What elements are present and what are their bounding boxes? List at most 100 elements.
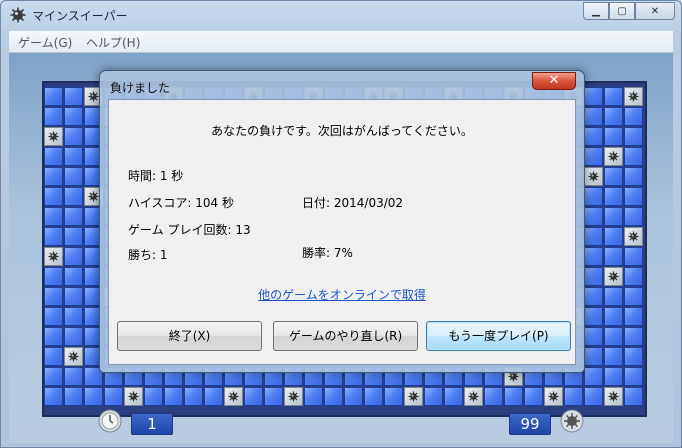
tile-cell[interactable] (584, 387, 603, 406)
tile-cell[interactable] (44, 307, 63, 326)
mine-cell[interactable] (584, 167, 603, 186)
mine-cell[interactable] (124, 387, 143, 406)
tile-cell[interactable] (64, 107, 83, 126)
tile-cell[interactable] (64, 387, 83, 406)
tile-cell[interactable] (64, 227, 83, 246)
tile-cell[interactable] (604, 327, 623, 346)
tile-cell[interactable] (604, 247, 623, 266)
tile-cell[interactable] (64, 327, 83, 346)
tile-cell[interactable] (104, 387, 123, 406)
mine-cell[interactable] (604, 147, 623, 166)
tile-cell[interactable] (624, 307, 643, 326)
tile-cell[interactable] (584, 207, 603, 226)
tile-cell[interactable] (604, 367, 623, 386)
tile-cell[interactable] (624, 147, 643, 166)
tile-cell[interactable] (264, 387, 283, 406)
tile-cell[interactable] (64, 167, 83, 186)
tile-cell[interactable] (44, 347, 63, 366)
mine-cell[interactable] (464, 387, 483, 406)
tile-cell[interactable] (624, 367, 643, 386)
tile-cell[interactable] (324, 387, 343, 406)
tile-cell[interactable] (44, 87, 63, 106)
tile-cell[interactable] (604, 187, 623, 206)
menu-game[interactable]: ゲーム(G) (18, 34, 72, 51)
mine-cell[interactable] (624, 87, 643, 106)
tile-cell[interactable] (64, 187, 83, 206)
tile-cell[interactable] (64, 267, 83, 286)
tile-cell[interactable] (64, 307, 83, 326)
tile-cell[interactable] (604, 227, 623, 246)
tile-cell[interactable] (584, 87, 603, 106)
tile-cell[interactable] (624, 387, 643, 406)
tile-cell[interactable] (44, 287, 63, 306)
tile-cell[interactable] (44, 327, 63, 346)
tile-cell[interactable] (584, 187, 603, 206)
tile-cell[interactable] (84, 387, 103, 406)
tile-cell[interactable] (44, 387, 63, 406)
tile-cell[interactable] (584, 267, 603, 286)
tile-cell[interactable] (504, 387, 523, 406)
tile-cell[interactable] (44, 107, 63, 126)
tile-cell[interactable] (624, 167, 643, 186)
tile-cell[interactable] (624, 127, 643, 146)
tile-cell[interactable] (584, 287, 603, 306)
tile-cell[interactable] (624, 267, 643, 286)
tile-cell[interactable] (424, 387, 443, 406)
tile-cell[interactable] (604, 207, 623, 226)
minimize-button[interactable]: ▁ (583, 2, 609, 20)
tile-cell[interactable] (584, 127, 603, 146)
tile-cell[interactable] (44, 187, 63, 206)
tile-cell[interactable] (64, 247, 83, 266)
exit-button[interactable]: 終了(X) (117, 321, 262, 351)
tile-cell[interactable] (624, 207, 643, 226)
tile-cell[interactable] (44, 267, 63, 286)
tile-cell[interactable] (144, 387, 163, 406)
mine-cell[interactable] (224, 387, 243, 406)
tile-cell[interactable] (184, 387, 203, 406)
tile-cell[interactable] (604, 307, 623, 326)
tile-cell[interactable] (44, 367, 63, 386)
tile-cell[interactable] (64, 147, 83, 166)
tile-cell[interactable] (64, 127, 83, 146)
title-bar[interactable]: マインスイーパー ▁ ▢ ✕ (1, 1, 681, 29)
mine-cell[interactable] (604, 267, 623, 286)
tile-cell[interactable] (624, 187, 643, 206)
tile-cell[interactable] (244, 387, 263, 406)
tile-cell[interactable] (604, 127, 623, 146)
tile-cell[interactable] (64, 287, 83, 306)
tile-cell[interactable] (624, 327, 643, 346)
close-window-button[interactable]: ✕ (635, 2, 675, 20)
mine-cell[interactable] (544, 387, 563, 406)
tile-cell[interactable] (64, 87, 83, 106)
tile-cell[interactable] (624, 107, 643, 126)
tile-cell[interactable] (584, 347, 603, 366)
mine-cell[interactable] (604, 387, 623, 406)
menu-help[interactable]: ヘルプ(H) (86, 34, 140, 51)
tile-cell[interactable] (624, 287, 643, 306)
tile-cell[interactable] (604, 287, 623, 306)
mine-cell[interactable] (404, 387, 423, 406)
tile-cell[interactable] (584, 307, 603, 326)
tile-cell[interactable] (624, 247, 643, 266)
tile-cell[interactable] (164, 387, 183, 406)
tile-cell[interactable] (304, 387, 323, 406)
tile-cell[interactable] (564, 387, 583, 406)
tile-cell[interactable] (584, 147, 603, 166)
tile-cell[interactable] (584, 107, 603, 126)
tile-cell[interactable] (584, 227, 603, 246)
tile-cell[interactable] (604, 107, 623, 126)
play-again-button[interactable]: もう一度プレイ(P) (426, 321, 571, 351)
mine-cell[interactable] (624, 227, 643, 246)
tile-cell[interactable] (44, 207, 63, 226)
tile-cell[interactable] (604, 167, 623, 186)
tile-cell[interactable] (64, 367, 83, 386)
tile-cell[interactable] (524, 387, 543, 406)
restart-button[interactable]: ゲームのやり直し(R) (273, 321, 418, 351)
mine-cell[interactable] (64, 347, 83, 366)
tile-cell[interactable] (204, 387, 223, 406)
mine-cell[interactable] (284, 387, 303, 406)
tile-cell[interactable] (584, 367, 603, 386)
tile-cell[interactable] (44, 227, 63, 246)
tile-cell[interactable] (444, 387, 463, 406)
tile-cell[interactable] (344, 387, 363, 406)
